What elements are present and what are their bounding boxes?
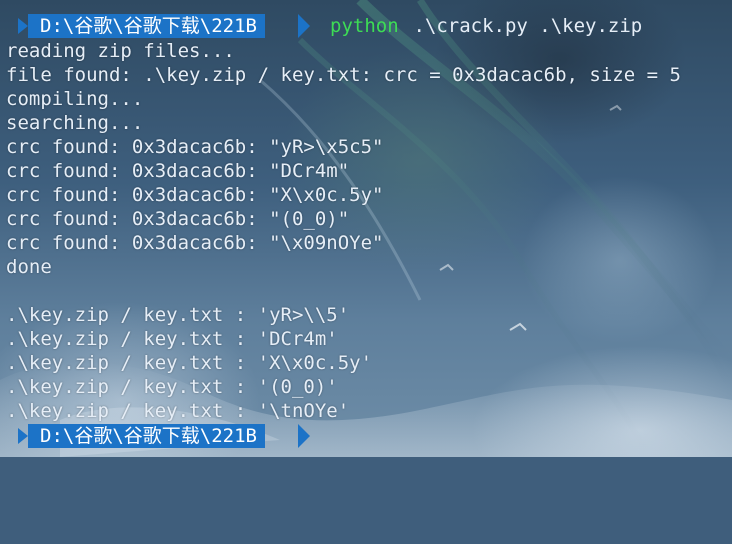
command-name: python — [330, 15, 399, 37]
output-line: reading zip files... — [6, 40, 235, 62]
output-line: .\key.zip / key.txt : 'yR>\\5' — [6, 304, 350, 326]
command-arguments: .\crack.py .\key.zip — [402, 15, 643, 37]
output-line: crc found: 0x3dacac6b: "yR>\x5c5" — [6, 136, 384, 158]
output-line: compiling... — [6, 88, 144, 110]
output-line: file found: .\key.zip / key.txt: crc = 0… — [6, 64, 681, 86]
prompt-line-1: D:\谷歌\谷歌下载\221B python .\crack.py .\key.… — [0, 14, 732, 38]
terminal-window[interactable]: D:\谷歌\谷歌下载\221B python .\crack.py .\key.… — [0, 0, 732, 457]
output-line: crc found: 0x3dacac6b: "\x09nOYe" — [6, 232, 384, 254]
prompt-caret-icon — [18, 428, 28, 444]
prompt-powerline-arrow-icon — [298, 424, 310, 448]
output-line: .\key.zip / key.txt : 'X\x0c.5y' — [6, 352, 373, 374]
prompt-caret-icon — [18, 18, 28, 34]
prompt-line-2[interactable]: D:\谷歌\谷歌下载\221B — [0, 424, 732, 448]
output-line: .\key.zip / key.txt : '\tnOYe' — [6, 400, 350, 422]
output-line: crc found: 0x3dacac6b: "DCr4m" — [6, 160, 350, 182]
prompt-path: D:\谷歌\谷歌下载\221B — [28, 14, 265, 38]
output-line: crc found: 0x3dacac6b: "X\x0c.5y" — [6, 184, 384, 206]
prompt-powerline-arrow-icon — [298, 14, 310, 38]
output-line: searching... — [6, 112, 144, 134]
prompt-path: D:\谷歌\谷歌下载\221B — [28, 424, 265, 448]
output-line: crc found: 0x3dacac6b: "(0_0)" — [6, 208, 350, 230]
output-line: .\key.zip / key.txt : '(0_0)' — [6, 376, 338, 398]
output-line: done — [6, 256, 52, 278]
output-line: .\key.zip / key.txt : 'DCr4m' — [6, 328, 338, 350]
